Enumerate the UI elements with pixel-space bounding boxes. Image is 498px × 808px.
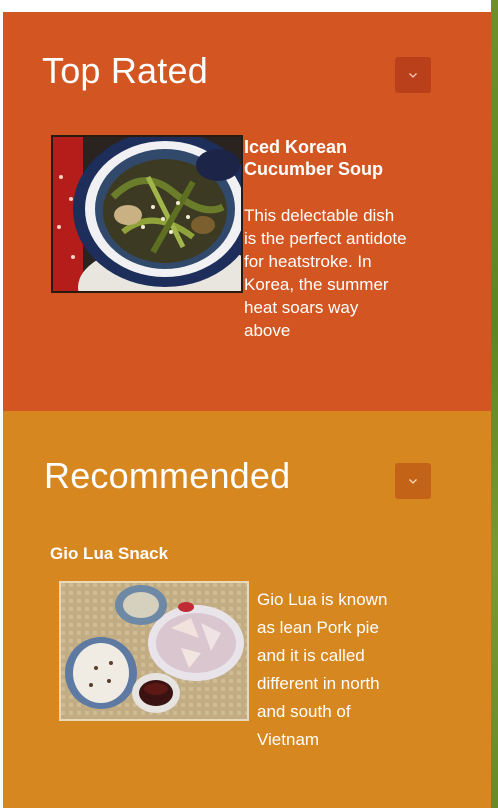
article-snippet: Gio Lua is known as lean Pork pie and it… <box>257 590 388 749</box>
recommended-panel: Recommended Gio Lua Snack Gio Lua is kno… <box>3 411 491 808</box>
page-background-strip <box>491 0 498 808</box>
top-margin <box>0 0 491 12</box>
recommended-toggle-button[interactable] <box>395 463 431 499</box>
chevron-down-icon <box>409 479 417 484</box>
article-image-iced-korean-cucumber-soup[interactable] <box>51 135 243 293</box>
top-rated-panel: Top Rated Iced Korean Cucumber Soup This… <box>3 12 491 411</box>
article-snippet: This delectable dish is the perfect anti… <box>244 206 407 340</box>
top-rated-heading: Top Rated <box>42 50 208 91</box>
article-image-gio-lua-snack[interactable] <box>59 581 249 721</box>
article-title-gio-lua-snack[interactable]: Gio Lua Snack <box>50 543 168 565</box>
top-rated-toggle-button[interactable] <box>395 57 431 93</box>
article-title-iced-korean-cucumber-soup[interactable]: Iced Korean Cucumber Soup <box>244 136 394 180</box>
soup-photo <box>53 137 241 291</box>
chevron-down-icon <box>409 73 417 78</box>
recommended-heading: Recommended <box>44 455 291 496</box>
gio-lua-photo <box>61 583 247 719</box>
